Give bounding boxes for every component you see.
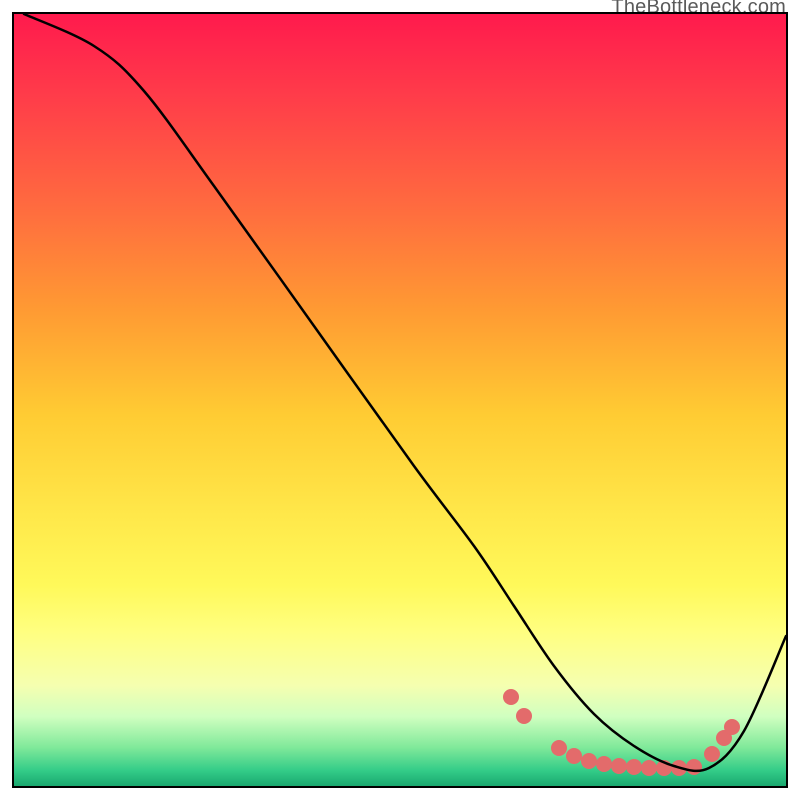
highlight-dot [641,760,657,776]
highlight-dot [626,759,642,775]
highlight-dot [516,708,532,724]
highlight-dot [724,719,740,735]
highlight-dot [704,746,720,762]
highlight-dot [581,753,597,769]
main-curve [24,14,786,771]
highlight-dot [611,758,627,774]
highlight-dot [551,740,567,756]
chart-frame [12,12,788,788]
highlight-dot [566,748,582,764]
highlight-dot [686,759,702,775]
highlight-dot [503,689,519,705]
highlight-dots-group [503,689,740,776]
chart-svg [14,14,786,786]
highlight-dot [596,756,612,772]
